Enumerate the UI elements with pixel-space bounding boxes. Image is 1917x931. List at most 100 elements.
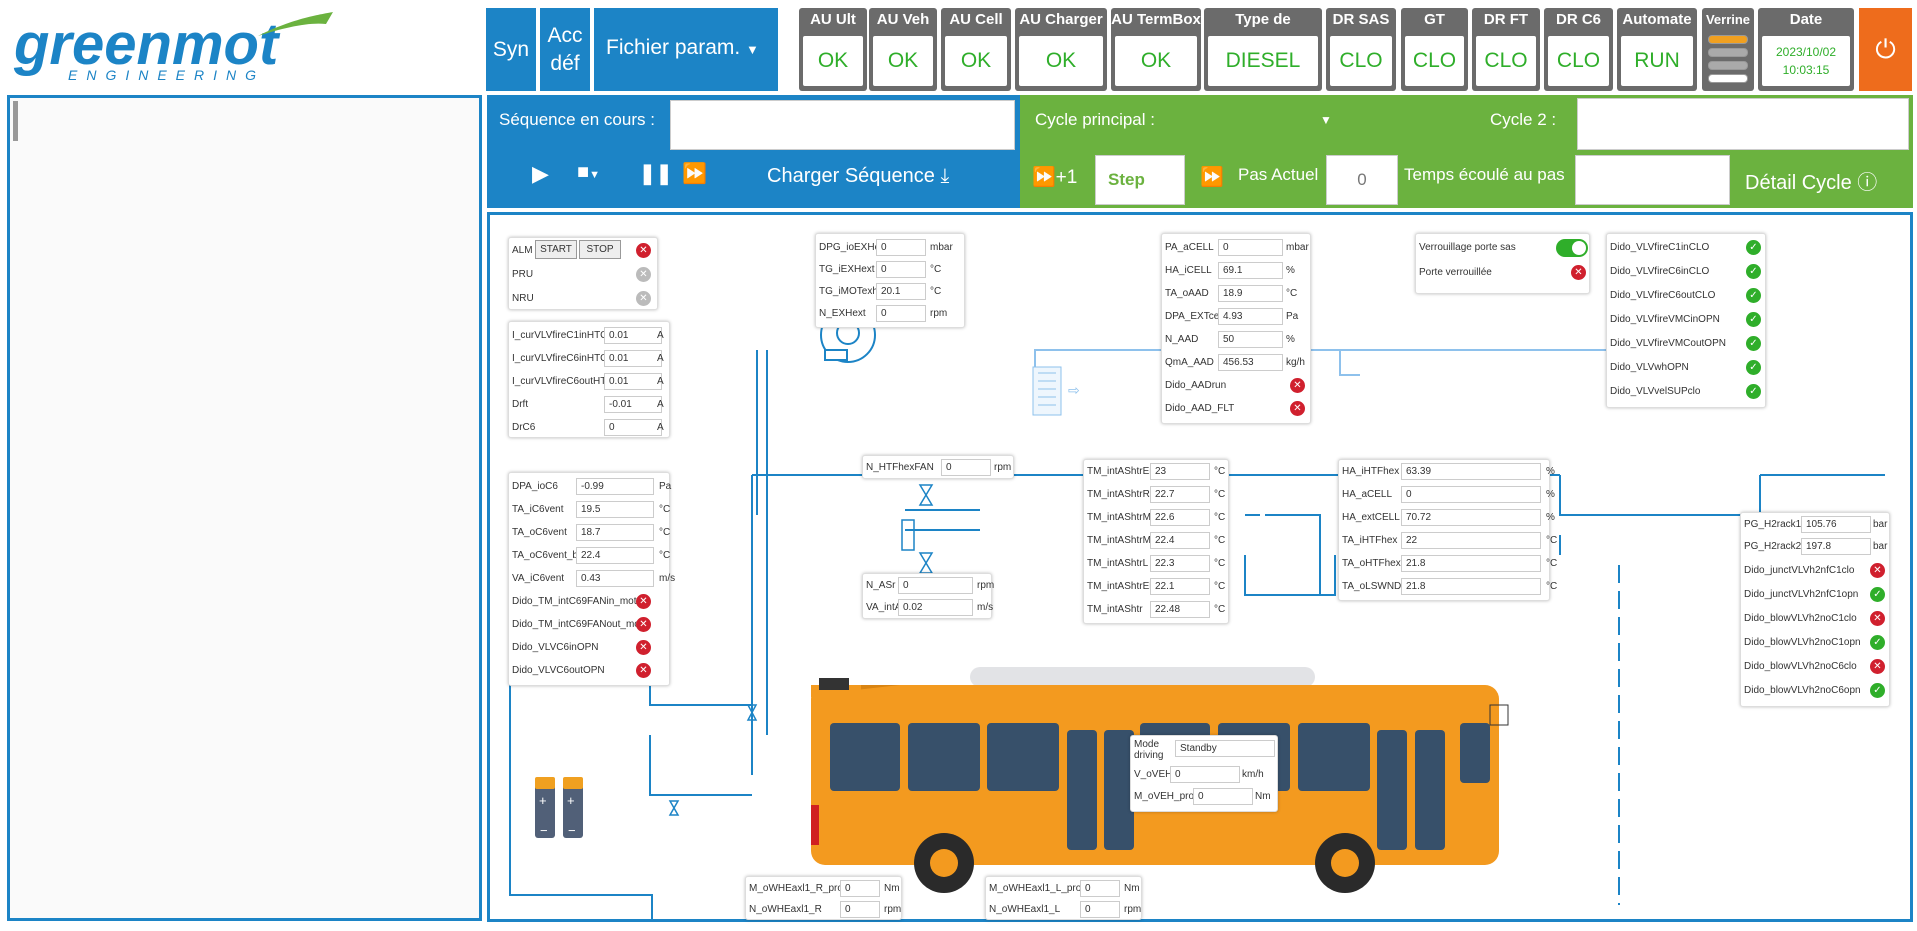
indicator-label: Dido_blowVLVh2noC1clo bbox=[1744, 613, 1857, 624]
sensor-row: N_oWHEaxl1_L 0 rpm bbox=[986, 899, 1141, 921]
vehicle-box: Mode driving Standby V_oVEH 0 km/h M_oVEH_pro… bbox=[1130, 735, 1278, 812]
pas-actuel-label: Pas Actuel bbox=[1238, 165, 1319, 184]
sensor-row: DrC6 0 A bbox=[509, 417, 669, 439]
step-plus-one-button[interactable]: ⏩+1 bbox=[1032, 165, 1077, 189]
sensor-row: HA_extCELL 70.72% bbox=[1339, 507, 1555, 529]
status-label: DR SAS bbox=[1332, 11, 1390, 28]
sensor-row: N_AAD 50% bbox=[1162, 329, 1310, 351]
status-label: AU Veh bbox=[876, 11, 930, 28]
start-button[interactable]: START bbox=[535, 240, 577, 259]
sensor-value: 22.6 bbox=[1150, 509, 1210, 526]
status-indicator-row: Dido_VLVfireVMCinOPN ✓ bbox=[1607, 309, 1765, 331]
info-icon: ⓘ bbox=[1857, 172, 1878, 194]
vehicle-label: V_oVEH bbox=[1134, 769, 1173, 780]
fast-forward-icon[interactable]: ⏩ bbox=[682, 161, 707, 186]
temps-input[interactable] bbox=[1575, 155, 1730, 205]
status-value: RUN bbox=[1621, 36, 1693, 86]
load-sequence-button[interactable]: Charger Séquence ⤓ bbox=[767, 165, 949, 188]
status-cell: Type de véhiculeDIESEL bbox=[1204, 8, 1322, 91]
indicator-label: Dido_AAD_FLT bbox=[1165, 403, 1235, 414]
sensor-value: 0 bbox=[876, 261, 926, 278]
sensor-unit: Nm bbox=[1124, 883, 1140, 894]
status-indicator-row: Dido_AADrun ✕ bbox=[1162, 375, 1310, 397]
cycle-bar: Cycle principal : ▼ Cycle 2 : ⏩+1 Step ⏩… bbox=[1020, 95, 1913, 208]
scroll-handle[interactable] bbox=[13, 101, 18, 141]
error-icon: ✕ bbox=[636, 617, 651, 632]
sensor-row: M_oWHEaxl1_R_pro 0 Nm bbox=[746, 878, 901, 900]
indicator-label: Dido_blowVLVh2noC6opn bbox=[1744, 685, 1861, 696]
sensor-row: TA_iHTFhex 22 °C bbox=[1339, 530, 1557, 552]
verrine-light bbox=[1708, 35, 1748, 44]
nru-row: NRU ✕ bbox=[509, 288, 657, 310]
stop-button[interactable]: STOP bbox=[579, 240, 621, 259]
sensor-value: 0 bbox=[1080, 901, 1120, 918]
sensor-value: 0 bbox=[1080, 880, 1120, 897]
cycle-main-caret-icon[interactable]: ▼ bbox=[1320, 113, 1332, 127]
sensor-value: 0.01 bbox=[604, 327, 662, 344]
verrine-light bbox=[1708, 48, 1748, 57]
status-indicator-row: Dido_blowVLVh2noC1clo ✕ bbox=[1741, 608, 1889, 630]
sequence-bar: Séquence en cours : ▶ ■▼ ❚❚ ⏩ Charger Sé… bbox=[487, 95, 1020, 208]
status-cell: AU Charger OK bbox=[1015, 8, 1107, 91]
sensor-unit: °C bbox=[1214, 512, 1226, 523]
pause-icon[interactable]: ❚❚ bbox=[639, 161, 673, 186]
sensor-value: 0 bbox=[876, 305, 926, 322]
error-icon: ✕ bbox=[636, 594, 651, 609]
inactive-icon: ✕ bbox=[636, 267, 651, 282]
caret-down-icon: ▼ bbox=[746, 41, 759, 57]
sensor-label: TA_iC6vent bbox=[512, 504, 564, 515]
sensor-label: N_EXHext bbox=[819, 308, 866, 319]
sensor-row: HA_iHTFhex 63.39% bbox=[1339, 461, 1555, 483]
sensor-row: TM_intAShtrR 22.7 °C bbox=[1084, 484, 1228, 506]
status-indicator-row: Dido_VLVC6inOPN ✕ bbox=[509, 637, 669, 659]
detail-cycle-button[interactable]: Détail Cycle ⓘ bbox=[1745, 166, 1877, 195]
sensor-row: HA_aCELL 0% bbox=[1339, 484, 1555, 506]
toggle-switch[interactable] bbox=[1556, 239, 1588, 257]
pas-actuel-input[interactable]: 0 bbox=[1326, 155, 1398, 205]
sensor-label: VA_iC6vent bbox=[512, 573, 565, 584]
acc-def-button[interactable]: Acc déf bbox=[540, 8, 590, 91]
sensor-unit: m/s bbox=[659, 573, 676, 584]
sensor-unit: % bbox=[1546, 466, 1555, 477]
sensor-row: TG_iMOTexhEXT 20.1 °C bbox=[816, 281, 964, 303]
left-panel bbox=[7, 95, 482, 921]
error-icon: ✕ bbox=[1870, 563, 1885, 578]
sensor-unit: A bbox=[657, 422, 664, 433]
status-value: OK bbox=[945, 36, 1007, 86]
check-icon: ✓ bbox=[1746, 264, 1761, 279]
indicator-label: Dido_junctVLVh2nfC1opn bbox=[1744, 589, 1859, 600]
sensor-unit: °C bbox=[930, 264, 942, 275]
sensor-row: N_oWHEaxl1_R 0 rpm bbox=[746, 899, 901, 921]
play-icon[interactable]: ▶ bbox=[532, 161, 549, 187]
indicator-label: Dido_VLVfireVMCinOPN bbox=[1610, 314, 1720, 325]
sensor-label: HA_iCELL bbox=[1165, 265, 1212, 276]
syn-button[interactable]: Syn bbox=[486, 8, 536, 91]
sensor-label: N_AAD bbox=[1165, 334, 1199, 345]
status-label: Type de véhicule bbox=[1233, 11, 1293, 52]
sensor-unit: rpm bbox=[884, 904, 902, 915]
indicator-label: Dido_blowVLVh2noC6clo bbox=[1744, 661, 1857, 672]
sensor-unit: Pa bbox=[1286, 311, 1299, 322]
sensor-unit: bar bbox=[1873, 541, 1888, 552]
sensor-label: DrC6 bbox=[512, 422, 536, 433]
sensor-value: 0 bbox=[898, 577, 973, 594]
sensor-row: I_curVLVfireC1inHTC 0.01 A bbox=[509, 325, 669, 347]
sensor-value: 22.4 bbox=[1150, 532, 1210, 549]
sensor-unit: °C bbox=[659, 527, 671, 538]
file-param-dropdown[interactable]: Fichier param. ▼ bbox=[594, 8, 778, 91]
step-forward-icon[interactable]: ⏩ bbox=[1200, 165, 1224, 189]
sensor-value: -0.01 bbox=[604, 396, 662, 413]
power-button[interactable]: ⏻ bbox=[1859, 8, 1912, 91]
indicator-label: Dido_VLVfireC6outCLO bbox=[1610, 290, 1716, 301]
status-value: CLO bbox=[1405, 36, 1464, 86]
cycle2-input[interactable] bbox=[1577, 98, 1909, 150]
sequence-input[interactable] bbox=[670, 100, 1015, 150]
step-input[interactable]: Step bbox=[1095, 155, 1185, 205]
status-indicator-row: Dido_junctVLVh2nfC1opn ✓ bbox=[1741, 584, 1889, 606]
check-icon: ✓ bbox=[1870, 683, 1885, 698]
status-cell: AU Ult OK bbox=[799, 8, 867, 91]
stop-dropdown-icon[interactable]: ■▼ bbox=[577, 161, 600, 184]
status-label: DR C6 bbox=[1555, 11, 1601, 28]
sensor-row: N_HTFhexFAN 0 rpm bbox=[863, 457, 1013, 479]
verrine-light bbox=[1708, 61, 1748, 70]
